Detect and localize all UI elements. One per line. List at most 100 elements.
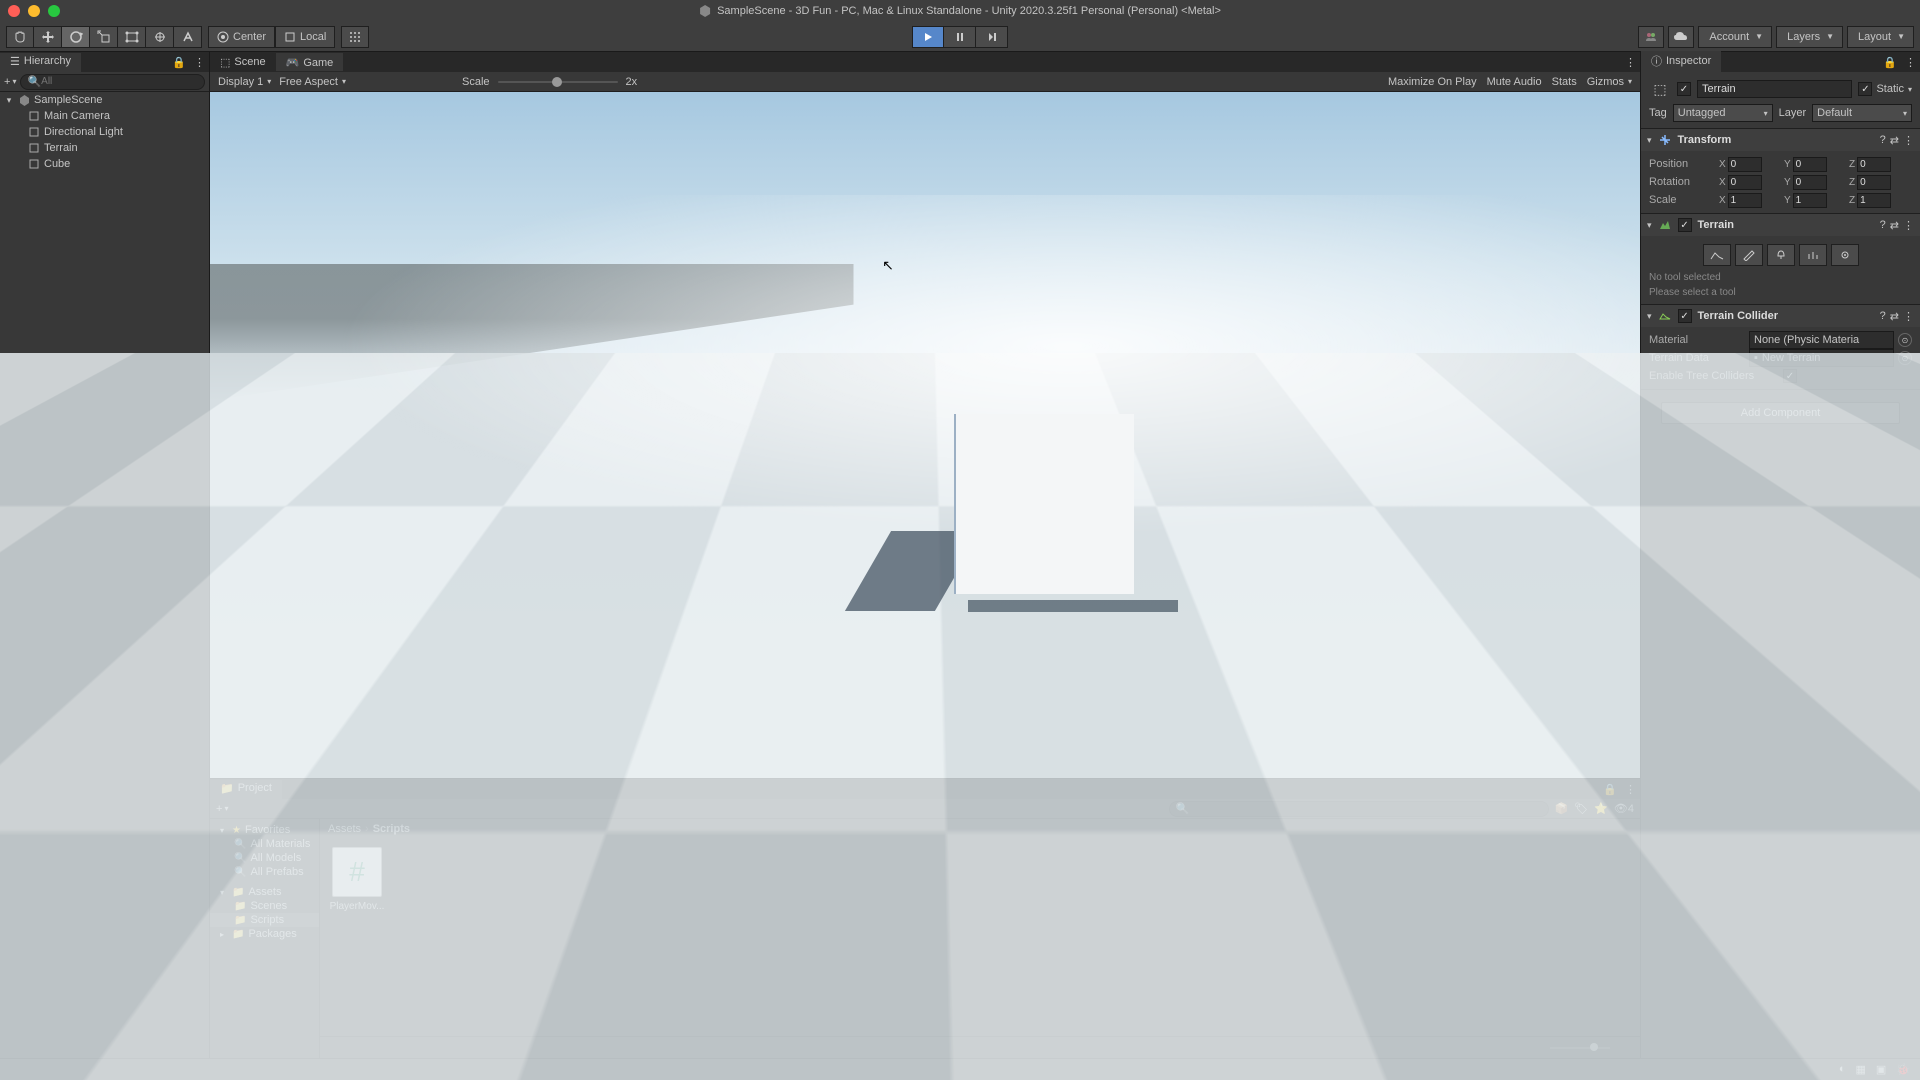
static-label: Static [1876, 83, 1904, 95]
transform-tool[interactable] [146, 26, 174, 48]
transform-tool-group [6, 26, 202, 48]
tag-label: Tag [1649, 107, 1667, 119]
hierarchy-tab[interactable]: ☰Hierarchy [0, 53, 81, 72]
maximize-toggle[interactable]: Maximize On Play [1388, 76, 1477, 88]
preset-icon[interactable]: ⇄ [1890, 310, 1899, 323]
pause-button[interactable] [944, 26, 976, 48]
gizmos-dropdown[interactable]: Gizmos▾ [1587, 76, 1632, 88]
hierarchy-item-cube[interactable]: Cube [0, 156, 209, 172]
terrain-enabled-checkbox[interactable] [1678, 218, 1692, 232]
object-picker-button[interactable]: ⊙ [1898, 333, 1912, 347]
pos-y[interactable] [1793, 157, 1827, 172]
move-tool[interactable] [34, 26, 62, 48]
rot-z[interactable] [1857, 175, 1891, 190]
collider-enabled-checkbox[interactable] [1678, 309, 1692, 323]
scale-value: 2x [626, 76, 638, 88]
scale-z[interactable] [1857, 193, 1891, 208]
panel-menu-icon[interactable]: ⋮ [190, 56, 209, 69]
object-name-field[interactable] [1697, 80, 1852, 98]
inspector-header: ⬚ Static ▾ Tag Untagged▾ Layer Default▾ [1641, 72, 1920, 129]
layer-dropdown[interactable]: Default▾ [1812, 104, 1912, 122]
no-tool-title: No tool selected [1649, 270, 1912, 285]
hierarchy-search[interactable]: 🔍 [20, 74, 205, 90]
help-icon[interactable]: ? [1880, 310, 1886, 323]
static-dropdown[interactable]: ▾ [1908, 85, 1912, 94]
tag-dropdown[interactable]: Untagged▾ [1673, 104, 1773, 122]
layout-dropdown[interactable]: Layout▼ [1847, 26, 1914, 48]
hand-tool[interactable] [6, 26, 34, 48]
game-render: ↖ [210, 92, 1640, 778]
scene-row[interactable]: ▾SampleScene [0, 92, 209, 108]
pos-x[interactable] [1728, 157, 1762, 172]
mute-toggle[interactable]: Mute Audio [1487, 76, 1542, 88]
stats-toggle[interactable]: Stats [1552, 76, 1577, 88]
minimize-window-button[interactable] [28, 5, 40, 17]
inspector-tab[interactable]: ⓘInspector [1641, 51, 1721, 73]
help-icon[interactable]: ? [1880, 134, 1886, 147]
collab-button[interactable] [1638, 26, 1664, 48]
terrain-paint-tool[interactable] [1735, 244, 1763, 266]
inspector-lock-icon[interactable]: 🔒 [1883, 56, 1897, 69]
scene-tab[interactable]: ⬚Scene [210, 54, 276, 71]
rot-y[interactable] [1793, 175, 1827, 190]
gameobject-icon [28, 126, 40, 138]
asset-zoom-slider[interactable] [1550, 1047, 1610, 1049]
scale-tool[interactable] [90, 26, 118, 48]
terrain-settings-tool[interactable] [1831, 244, 1859, 266]
snap-group [341, 26, 369, 48]
snap-toggle[interactable] [341, 26, 369, 48]
material-field[interactable]: None (Physic Materia [1749, 331, 1894, 349]
game-tab[interactable]: 🎮Game [276, 53, 344, 71]
handle-rotation-toggle[interactable]: Local [275, 26, 335, 48]
gameobject-icon [28, 158, 40, 170]
lock-icon[interactable]: 🔒 [172, 56, 186, 69]
terrain-collider-header[interactable]: ▾ Terrain Collider ?⇄⋮ [1641, 305, 1920, 327]
hierarchy-search-input[interactable] [41, 76, 198, 87]
rotate-tool[interactable] [62, 26, 90, 48]
rect-tool[interactable] [118, 26, 146, 48]
hierarchy-item-camera[interactable]: Main Camera [0, 108, 209, 124]
game-view[interactable]: ↖ [210, 92, 1640, 778]
terrain-raise-tool[interactable] [1703, 244, 1731, 266]
display-dropdown[interactable]: Display 1▾ [218, 76, 271, 88]
maximize-window-button[interactable] [48, 5, 60, 17]
info-icon: ⓘ [1651, 53, 1662, 69]
hierarchy-item-terrain[interactable]: Terrain [0, 140, 209, 156]
preset-icon[interactable]: ⇄ [1890, 134, 1899, 147]
close-window-button[interactable] [8, 5, 20, 17]
scale-slider[interactable] [498, 81, 618, 83]
layers-dropdown[interactable]: Layers▼ [1776, 26, 1843, 48]
unity-scene-icon [18, 94, 30, 106]
step-button[interactable] [976, 26, 1008, 48]
cloud-button[interactable] [1668, 26, 1694, 48]
terrain-header[interactable]: ▾ Terrain ?⇄⋮ [1641, 214, 1920, 236]
scale-y[interactable] [1793, 193, 1827, 208]
menu-icon[interactable]: ⋮ [1903, 134, 1914, 147]
terrain-trees-tool[interactable] [1767, 244, 1795, 266]
viewport-menu-icon[interactable]: ⋮ [1621, 56, 1640, 69]
pivot-mode-toggle[interactable]: Center [208, 26, 275, 48]
rot-x[interactable] [1728, 175, 1762, 190]
gameobject-active-checkbox[interactable] [1677, 82, 1691, 96]
menu-icon[interactable]: ⋮ [1903, 219, 1914, 232]
static-checkbox[interactable] [1858, 82, 1872, 96]
aspect-dropdown[interactable]: Free Aspect▾ [279, 76, 346, 88]
hierarchy-icon: ☰ [10, 55, 20, 68]
hierarchy-item-light[interactable]: Directional Light [0, 124, 209, 140]
preset-icon[interactable]: ⇄ [1890, 219, 1899, 232]
scale-x[interactable] [1728, 193, 1762, 208]
custom-tool[interactable] [174, 26, 202, 48]
menu-icon[interactable]: ⋮ [1903, 310, 1914, 323]
terrain-object-icon: ⬚ [1649, 78, 1671, 100]
account-dropdown[interactable]: Account▼ [1698, 26, 1772, 48]
rotation-label: Rotation [1649, 176, 1715, 188]
gameobject-icon [28, 142, 40, 154]
transform-header[interactable]: ▾ Transform ?⇄⋮ [1641, 129, 1920, 151]
play-button[interactable] [912, 26, 944, 48]
game-toolbar: Display 1▾ Free Aspect▾ Scale 2x Maximiz… [210, 72, 1640, 92]
pos-z[interactable] [1857, 157, 1891, 172]
inspector-menu-icon[interactable]: ⋮ [1901, 56, 1920, 69]
create-dropdown[interactable]: +▾ [4, 76, 16, 88]
help-icon[interactable]: ? [1880, 219, 1886, 232]
terrain-details-tool[interactable] [1799, 244, 1827, 266]
